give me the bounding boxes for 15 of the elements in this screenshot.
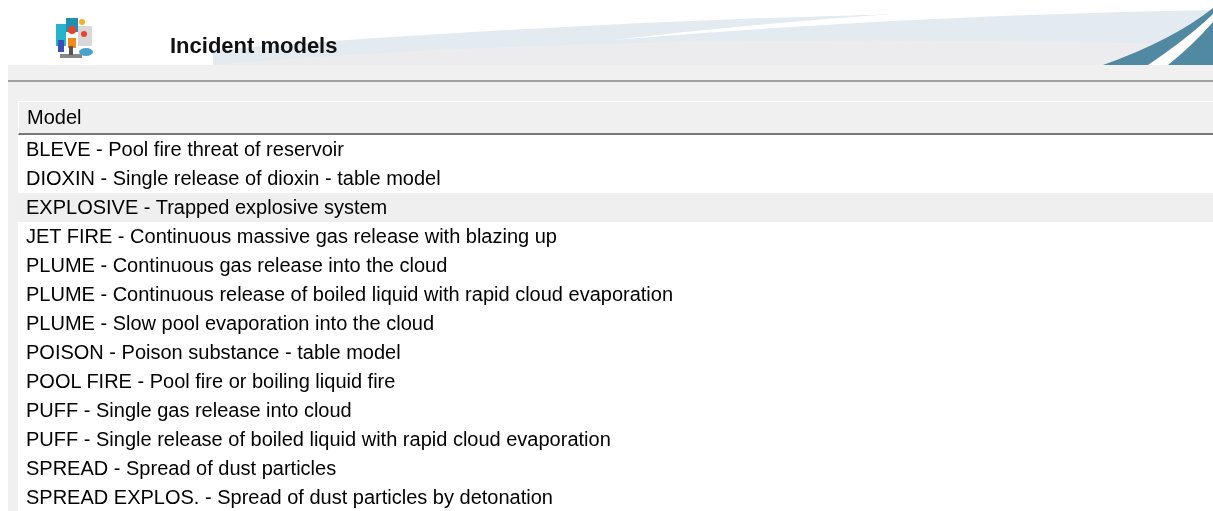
table-row[interactable]: PLUME - Continuous release of boiled liquid with rapid cloud evaporation: [18, 280, 1213, 309]
table-row[interactable]: POISON - Poison substance - table model: [18, 338, 1213, 367]
table-row[interactable]: JET FIRE - Continuous massive gas release with blazing up: [18, 222, 1213, 251]
table-row[interactable]: POOL FIRE - Pool fire or boiling liquid fire: [18, 367, 1213, 396]
table-row[interactable]: DIOXIN - Single release of dioxin - table model: [18, 164, 1213, 193]
column-header[interactable]: Model: [18, 101, 1213, 135]
page-title: Incident models: [170, 34, 338, 58]
table-row[interactable]: PLUME - Continuous gas release into the cloud: [18, 251, 1213, 280]
table-row[interactable]: PLUME - Slow pool evaporation into the cloud: [18, 309, 1213, 338]
table-row[interactable]: SPREAD - Spread of dust particles: [18, 454, 1213, 483]
table-row[interactable]: BLEVE - Pool fire threat of reservoir: [18, 135, 1213, 164]
table-row[interactable]: PUFF - Single gas release into cloud: [18, 396, 1213, 425]
table-row[interactable]: EXPLOSIVE - Trapped explosive system: [18, 193, 1213, 222]
table-row[interactable]: SPREAD EXPLOS. - Spread of dust particles by detonation: [18, 483, 1213, 511]
table-row[interactable]: PUFF - Single release of boiled liquid with rapid cloud evaporation: [18, 425, 1213, 454]
